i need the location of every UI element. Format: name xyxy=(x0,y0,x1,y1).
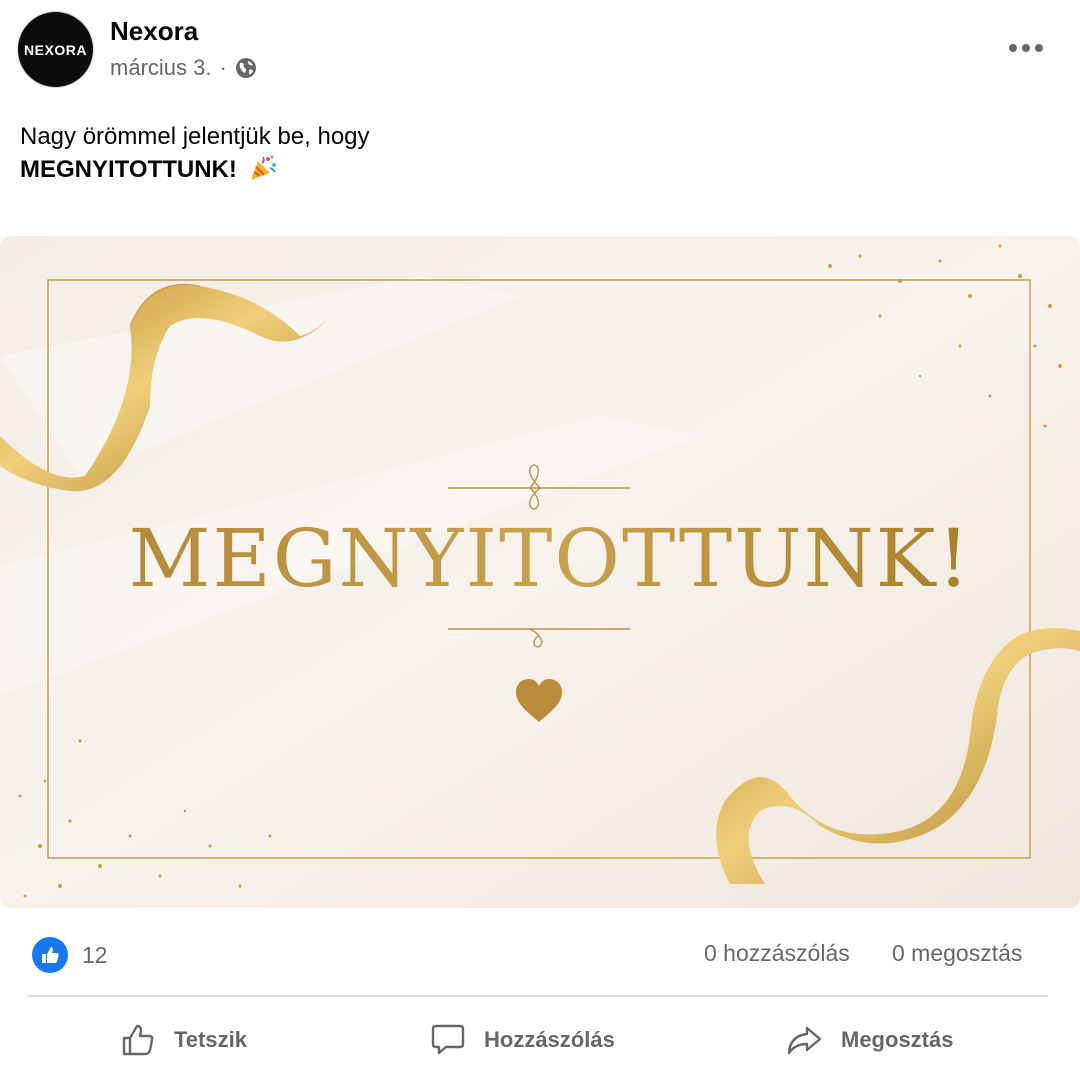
share-button-label: Megosztás xyxy=(841,1027,954,1052)
comment-button-label: Hozzászólás xyxy=(484,1027,615,1052)
avatar[interactable]: NEXORA xyxy=(18,12,93,87)
post-text-line2: MEGNYITOTTUNK! xyxy=(20,156,237,183)
post-text: Nagy örömmel jelentjük be, hogy MEGNYITO… xyxy=(20,120,370,192)
like-button-label: Tetszik xyxy=(174,1027,247,1052)
post-image[interactable]: MEGNYITOTTUNK! xyxy=(0,236,1080,908)
share-button[interactable]: Megosztás xyxy=(785,1005,953,1075)
post-date[interactable]: március 3. xyxy=(110,55,211,81)
like-reaction-icon[interactable] xyxy=(32,937,68,973)
comment-icon xyxy=(431,1024,465,1055)
like-button[interactable]: Tetszik xyxy=(120,1005,247,1075)
divider xyxy=(28,995,1048,997)
share-icon xyxy=(787,1026,822,1055)
meta-separator: · xyxy=(219,55,227,80)
post-meta: március 3. · xyxy=(110,55,257,81)
post-text-line1: Nagy örömmel jelentjük be, hogy xyxy=(20,123,370,150)
like-count[interactable]: 12 xyxy=(82,942,108,969)
page-name[interactable]: Nexora xyxy=(110,16,198,47)
action-bar: Tetszik Hozzászólás Megosztás xyxy=(0,1005,1080,1075)
reaction-stats: 12 0 hozzászólás 0 megosztás xyxy=(0,930,1080,980)
comment-count[interactable]: 0 hozzászólás xyxy=(704,940,850,967)
post-header: NEXORA Nexora március 3. · xyxy=(0,0,1080,100)
share-count[interactable]: 0 megosztás xyxy=(892,940,1022,967)
banner-headline: MEGNYITOTTUNK! xyxy=(128,512,971,605)
avatar-text: NEXORA xyxy=(24,41,87,58)
globe-icon[interactable] xyxy=(235,57,257,79)
comment-button[interactable]: Hozzászólás xyxy=(430,1005,615,1075)
party-popper-icon xyxy=(248,153,278,192)
thumbs-up-icon xyxy=(122,1024,154,1056)
more-options-icon[interactable] xyxy=(1006,30,1046,66)
